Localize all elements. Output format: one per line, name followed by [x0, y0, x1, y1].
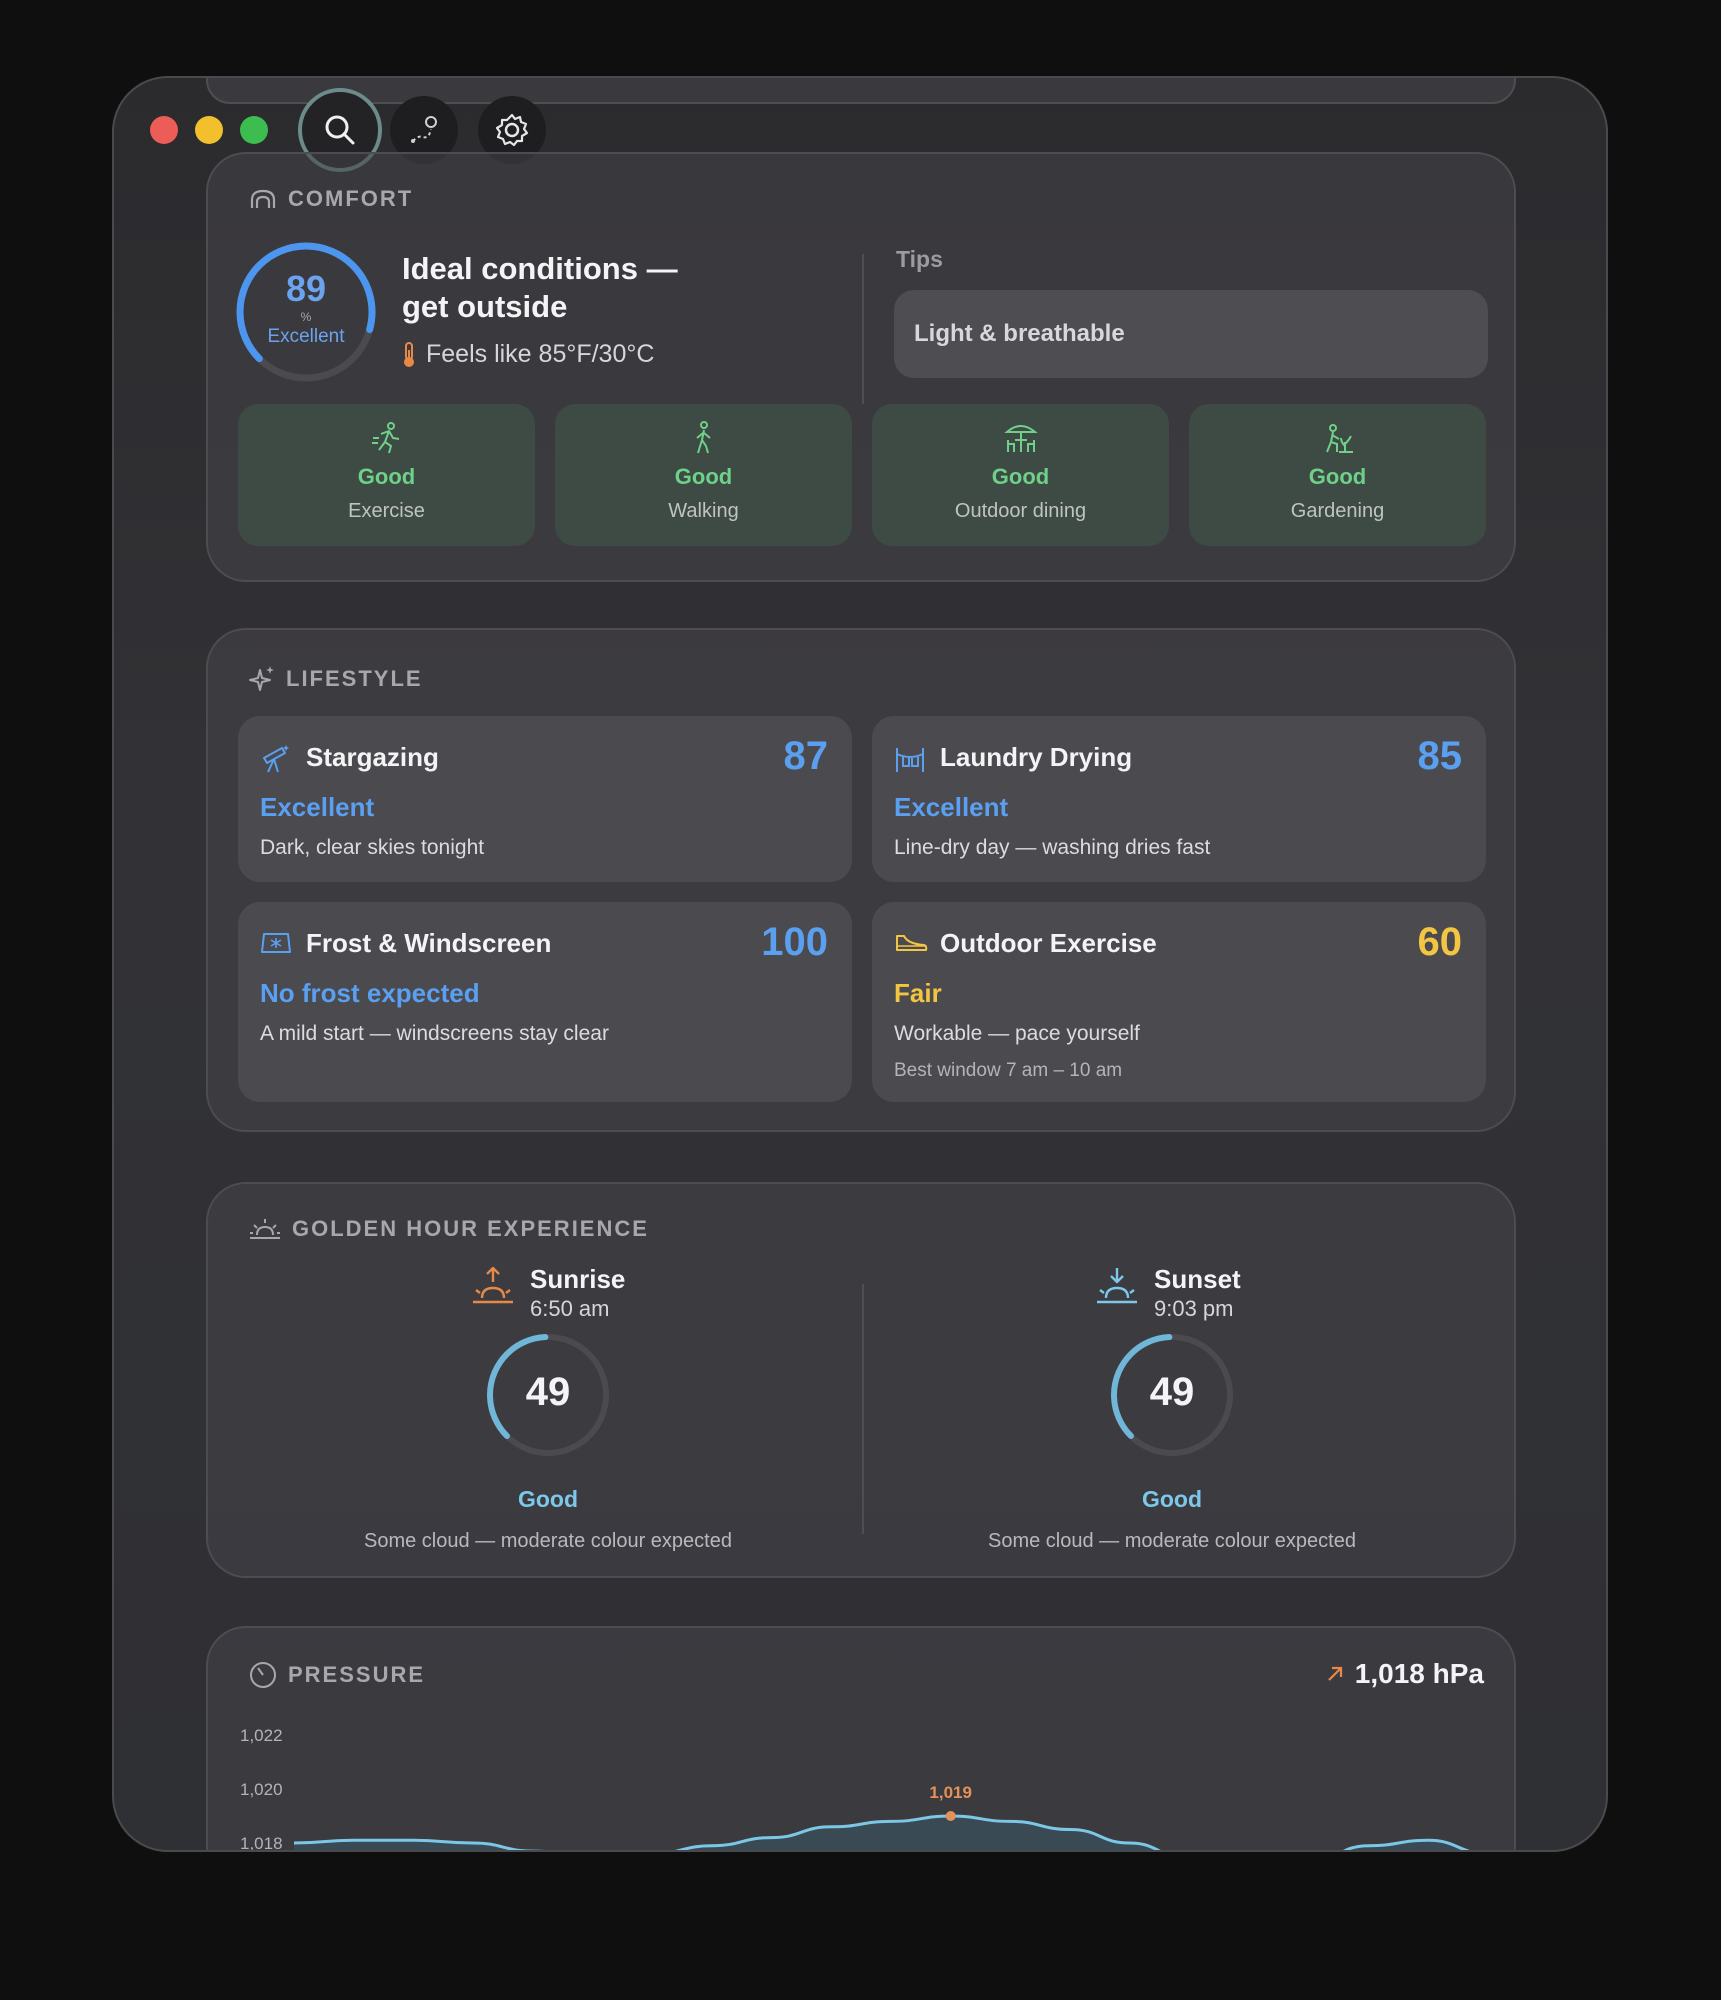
- sunset-score: 49: [1149, 1370, 1195, 1414]
- y-tick-label: 1,018: [240, 1834, 283, 1852]
- tile-description: Workable — pace yourself: [894, 1022, 1140, 1045]
- zoom-window-button[interactable]: [240, 116, 268, 144]
- sunrise-description: Some cloud — moderate colour expected: [364, 1530, 732, 1552]
- close-window-button[interactable]: [150, 116, 178, 144]
- activity-grid: Good Exercise Good Walking Good Outdoor …: [238, 404, 1486, 546]
- sunset-header: Sunset 9:03 pm: [1094, 1264, 1241, 1324]
- comfort-score-unit: %: [300, 310, 312, 324]
- activity-gardening[interactable]: Good Gardening: [1189, 404, 1486, 546]
- thermometer-icon: [404, 341, 414, 367]
- lifestyle-card: LIFESTYLE Stargazing 87 Excellent Dark, …: [206, 628, 1516, 1132]
- tile-rating: Excellent: [894, 792, 1009, 822]
- laundry-icon: [896, 748, 924, 772]
- tile-rating: No frost expected: [260, 978, 480, 1008]
- gear-icon: [495, 113, 529, 147]
- comfort-score: 89: [285, 268, 327, 309]
- activity-name: Outdoor dining: [954, 500, 1087, 522]
- sunrise-icon: [473, 1266, 513, 1304]
- y-tick-label: 1,022: [240, 1726, 283, 1745]
- lifestyle-title: LIFESTYLE: [286, 666, 423, 691]
- activity-outdoor-dining[interactable]: Good Outdoor dining: [872, 404, 1169, 546]
- activity-status: Good: [991, 464, 1050, 489]
- comfort-header: COMFORT: [248, 186, 413, 212]
- lifestyle-tile-laundry[interactable]: Laundry Drying 85 Excellent Line-dry day…: [872, 716, 1486, 882]
- tile-score: 85: [1417, 734, 1463, 778]
- comfort-card: COMFORT 89 % Excellent Ideal conditions …: [206, 152, 1516, 582]
- tile-score: 60: [1417, 920, 1463, 964]
- activity-name: Walking: [668, 500, 739, 522]
- comfort-rating: Excellent: [267, 326, 345, 347]
- tile-score: 87: [783, 734, 829, 778]
- activity-status: Good: [1308, 464, 1367, 489]
- sun-horizon-icon: [250, 1219, 280, 1239]
- activity-exercise[interactable]: Good Exercise: [238, 404, 535, 546]
- app-window: COMFORT 89 % Excellent Ideal conditions …: [112, 76, 1608, 1852]
- sunset-time: 9:03 pm: [1154, 1296, 1234, 1321]
- tile-score: 100: [761, 920, 828, 964]
- tile-title: Frost & Windscreen: [306, 928, 552, 958]
- shoe-icon: [896, 935, 928, 951]
- activity-name: Gardening: [1290, 500, 1385, 522]
- activity-status: Good: [674, 464, 733, 489]
- comfort-icon: [250, 189, 276, 208]
- comfort-divider: [862, 254, 864, 404]
- sunset-rating: Good: [1141, 1486, 1203, 1512]
- golden-hour-title: GOLDEN HOUR EXPERIENCE: [292, 1216, 649, 1241]
- golden-hour-divider: [862, 1284, 864, 1534]
- tile-description: Dark, clear skies tonight: [260, 836, 485, 859]
- tip-item: Light & breathable: [894, 290, 1488, 378]
- search-icon: [325, 115, 355, 145]
- tile-title: Outdoor Exercise: [940, 928, 1157, 958]
- sunrise-rating: Good: [517, 1486, 579, 1512]
- lifestyle-header: LIFESTYLE: [248, 664, 423, 694]
- route-icon: [411, 116, 437, 143]
- feels-like-text: Feels like 85°F/30°C: [426, 340, 655, 368]
- lifestyle-tile-outdoor-exercise[interactable]: Outdoor Exercise 60 Fair Workable — pace…: [872, 902, 1486, 1102]
- gardening-icon: [1325, 424, 1353, 453]
- feels-like: Feels like 85°F/30°C: [402, 340, 654, 369]
- activity-name: Exercise: [348, 500, 425, 522]
- dining-umbrella-icon: [1003, 425, 1038, 452]
- tile-description: Line-dry day — washing dries fast: [894, 836, 1211, 859]
- pressure-peak-label: 1,019: [929, 1783, 972, 1802]
- golden-hour-card: GOLDEN HOUR EXPERIENCE Sunrise 6:50 am 4…: [206, 1182, 1516, 1578]
- tile-best-window: Best window 7 am – 10 am: [894, 1060, 1123, 1081]
- sunset-description: Some cloud — moderate colour expected: [988, 1530, 1356, 1552]
- walking-icon: [695, 421, 711, 454]
- tile-title: Stargazing: [306, 742, 439, 772]
- sunrise-time: 6:50 am: [530, 1296, 610, 1321]
- telescope-icon: [263, 745, 289, 773]
- y-tick-label: 1,020: [240, 1780, 283, 1799]
- sunset-icon: [1097, 1268, 1137, 1304]
- golden-hour-header: GOLDEN HOUR EXPERIENCE: [248, 1216, 649, 1242]
- tile-rating: Excellent: [260, 792, 375, 822]
- activity-status: Good: [357, 464, 416, 489]
- tips-label: Tips: [896, 246, 943, 272]
- sunrise-label: Sunrise: [530, 1264, 626, 1294]
- tile-description: A mild start — windscreens stay clear: [260, 1022, 609, 1045]
- comfort-headline: Ideal conditions — get outside: [402, 251, 678, 324]
- pressure-peak-point: [945, 1811, 956, 1821]
- sunset-label: Sunset: [1154, 1264, 1241, 1294]
- tile-rating: Fair: [894, 978, 942, 1008]
- activity-walking[interactable]: Good Walking: [555, 404, 852, 546]
- sunrise-header: Sunrise 6:50 am: [470, 1264, 625, 1324]
- sunrise-score: 49: [525, 1370, 571, 1414]
- running-icon: [371, 422, 399, 454]
- pressure-card: PRESSURE 1,018 hPa 1,022 1,020 1,018 1,019: [206, 1626, 1516, 1852]
- pressure-chart: 1,022 1,020 1,018 1,019: [240, 1726, 1471, 1852]
- windscreen-icon: [261, 933, 291, 953]
- collapsed-card-edge: [206, 78, 1516, 104]
- sunrise-panel: Sunrise 6:50 am 49 Good Some cloud — mod…: [248, 1264, 848, 1564]
- sparkles-icon: [249, 666, 274, 691]
- lifestyle-tile-frost[interactable]: Frost & Windscreen 100 No frost expected…: [238, 902, 852, 1102]
- sunset-panel: Sunset 9:03 pm 49 Good Some cloud — mode…: [872, 1264, 1472, 1564]
- tile-title: Laundry Drying: [940, 742, 1133, 772]
- minimize-window-button[interactable]: [195, 116, 223, 144]
- lifestyle-tile-stargazing[interactable]: Stargazing 87 Excellent Dark, clear skie…: [238, 716, 852, 882]
- comfort-title: COMFORT: [288, 186, 414, 211]
